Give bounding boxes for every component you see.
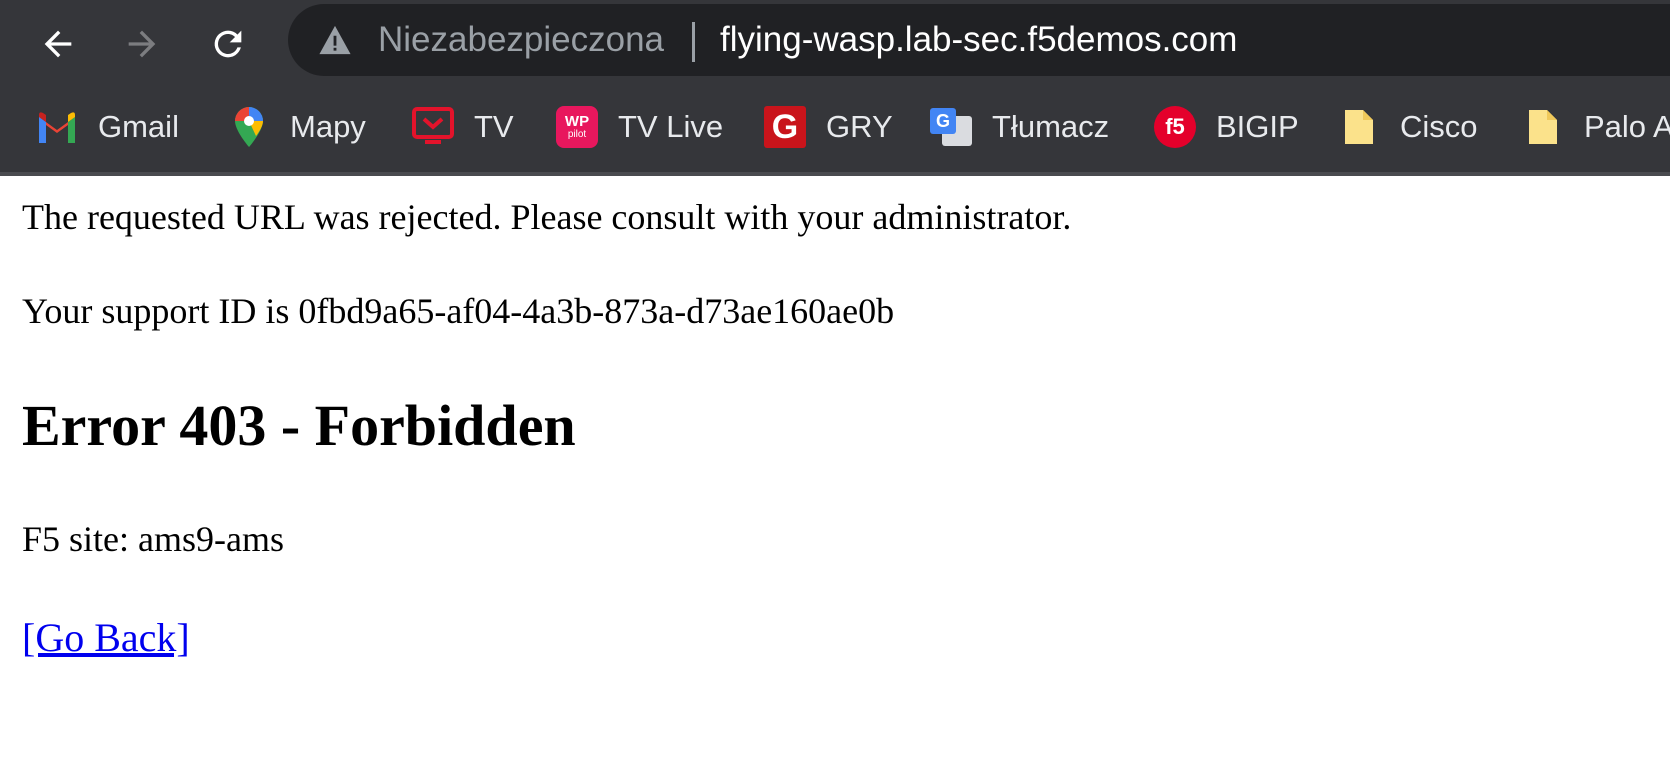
forward-arrow-icon (128, 30, 156, 58)
bookmark-label: TV (474, 109, 514, 144)
bookmark-label: Palo A (1584, 109, 1670, 144)
folder-icon (1522, 106, 1564, 148)
page-title: Error 403 - Forbidden (22, 393, 576, 458)
address-bar[interactable]: Niezabezpieczona flying-wasp.lab-sec.f5d… (288, 4, 1670, 76)
bookmark-gmail[interactable]: Gmail (36, 102, 179, 152)
back-button[interactable] (28, 14, 88, 74)
chrome-divider (0, 172, 1670, 176)
forward-button[interactable] (112, 14, 172, 74)
f5-icon-text: f5 (1165, 114, 1185, 139)
security-status-label[interactable]: Niezabezpieczona (378, 20, 664, 60)
bookmarks-bar: Gmail Mapy TV WP pilot TV Live G GRY G T… (0, 88, 1670, 176)
bookmark-label: Cisco (1400, 109, 1478, 144)
url-text[interactable]: flying-wasp.lab-sec.f5demos.com (720, 20, 1237, 60)
bookmark-mapy[interactable]: Mapy (228, 102, 366, 152)
f5-icon: f5 (1154, 106, 1196, 148)
wp-pilot-icon-subtext: pilot (567, 129, 587, 140)
bookmark-palo[interactable]: Palo A (1522, 102, 1670, 152)
back-arrow-icon (44, 30, 72, 58)
browser-chrome: Niezabezpieczona flying-wasp.lab-sec.f5d… (0, 0, 1670, 176)
bookmark-tv-live[interactable]: WP pilot TV Live (556, 102, 723, 152)
navigation-bar: Niezabezpieczona flying-wasp.lab-sec.f5d… (0, 0, 1670, 88)
gry-icon-letter: G (771, 108, 799, 146)
bookmark-label: GRY (826, 109, 893, 144)
bookmark-label: Tłumacz (992, 109, 1110, 144)
gry-icon: G (764, 106, 806, 148)
reload-icon (214, 30, 242, 58)
tv-icon (412, 106, 454, 148)
rejection-message: The requested URL was rejected. Please c… (22, 197, 1072, 237)
f5-site-text: F5 site: ams9-ams (22, 519, 284, 559)
wp-pilot-icon: WP pilot (556, 106, 598, 148)
support-id-text: Your support ID is 0fbd9a65-af04-4a3b-87… (22, 291, 895, 331)
go-back-link[interactable]: [Go Back] (22, 614, 190, 661)
maps-pin-icon (228, 106, 270, 148)
translate-icon-front: G (930, 108, 956, 134)
address-separator (692, 22, 695, 62)
translate-icon-letter: G (935, 110, 950, 131)
bookmark-cisco[interactable]: Cisco (1338, 102, 1478, 152)
bookmark-label: Gmail (98, 109, 179, 144)
bookmark-tlumacz[interactable]: G Tłumacz (930, 102, 1109, 152)
gmail-icon (36, 106, 78, 148)
folder-icon (1338, 106, 1380, 148)
bookmark-label: BIGIP (1216, 109, 1299, 144)
bookmark-tv[interactable]: TV (412, 102, 514, 152)
bookmark-label: TV Live (618, 109, 724, 144)
bookmark-label: Mapy (290, 109, 366, 144)
reload-button[interactable] (198, 14, 258, 74)
bookmark-gry[interactable]: G GRY (764, 102, 893, 152)
bookmark-bigip[interactable]: f5 BIGIP (1154, 102, 1299, 152)
warning-triangle-icon[interactable] (318, 24, 352, 58)
wp-pilot-icon-text: WP (564, 113, 590, 130)
translate-icon: G (930, 106, 972, 148)
